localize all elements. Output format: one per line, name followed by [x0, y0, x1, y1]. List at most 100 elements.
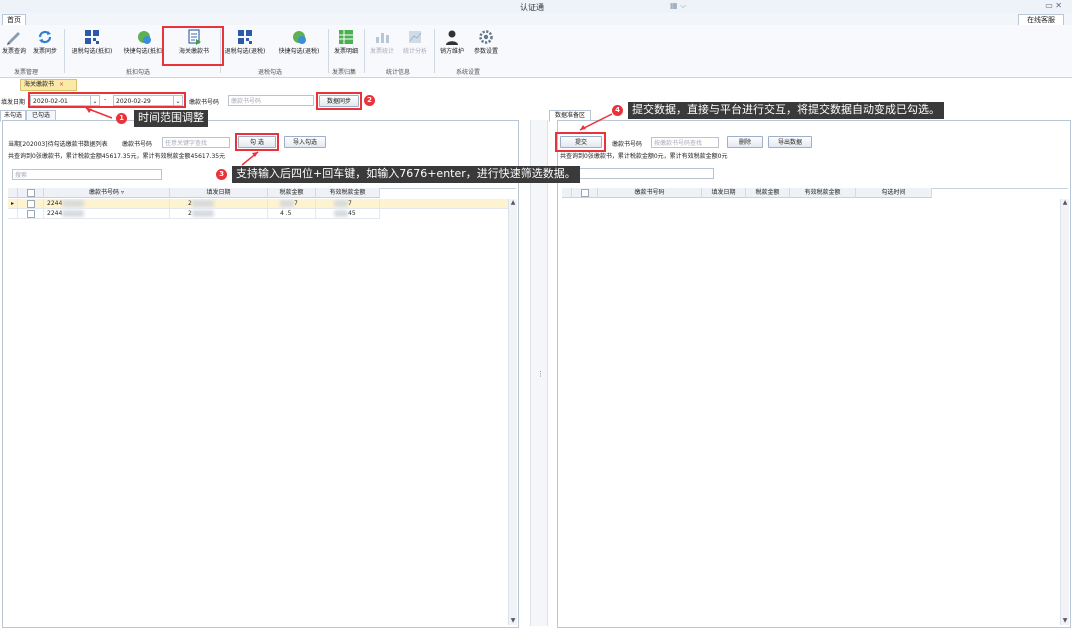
- annotation-callout: 提交数据，直接与平台进行交互，将提交数据自动变成已勾选。: [628, 102, 944, 119]
- period-info: 当期[202003]待勾选缴款书数据列表: [8, 141, 108, 148]
- col-header-select-time[interactable]: 勾选时间: [856, 188, 932, 198]
- checkbox-header[interactable]: [18, 188, 44, 198]
- spreadsheet-icon: [339, 30, 353, 44]
- seller-maintenance-button[interactable]: 销方维护: [436, 29, 468, 56]
- right-code-input[interactable]: 按缴款书号码查找: [651, 137, 719, 148]
- refund-select-button[interactable]: 退税勾选(退税): [220, 29, 270, 56]
- redacted-blur: [62, 200, 85, 207]
- table-row[interactable]: [18, 199, 44, 209]
- cell-date[interactable]: 2: [170, 199, 268, 209]
- table-row[interactable]: [18, 209, 44, 219]
- cell-valid-tax[interactable]: 7: [316, 199, 380, 209]
- cell-tax[interactable]: 7: [268, 199, 316, 209]
- scroll-up-icon[interactable]: ▲: [1061, 199, 1069, 206]
- chart-icon: [376, 33, 389, 43]
- code-label: 缴款书号码: [189, 99, 220, 106]
- annotation-number: 3: [216, 169, 227, 180]
- col-header-date[interactable]: 填发日期: [170, 188, 268, 198]
- window-controls-icon[interactable]: ▭ ✕: [1045, 1, 1062, 10]
- highlight-submit-button: [555, 132, 606, 152]
- stats-analysis-button[interactable]: 统计分析: [398, 29, 432, 56]
- col-header-code[interactable]: 缴款书号码 ▿: [44, 188, 170, 198]
- deduct-select-button[interactable]: 退税勾选(抵扣): [66, 29, 118, 56]
- redacted-blur: [280, 200, 294, 207]
- globe-icon: [138, 31, 151, 44]
- left-summary: 共查询到0张缴款书，累计税款金额45617.35元，累计有效税款金额45617.…: [8, 153, 226, 160]
- close-icon[interactable]: ×: [59, 81, 64, 88]
- quick-refund-select-button[interactable]: 快捷勾选(退税): [272, 29, 326, 56]
- cell-date[interactable]: 2: [170, 209, 268, 219]
- parameter-settings-button[interactable]: 参数设置: [470, 29, 502, 56]
- annotation-callout: 支持输入后四位+回车键，如输入7676+enter，进行快速筛选数据。: [232, 166, 580, 183]
- annotation-number: 2: [364, 95, 375, 106]
- highlight-select-button: [235, 133, 279, 151]
- redacted-blur: [191, 200, 214, 207]
- ribbon-separator: [64, 29, 65, 73]
- right-search-input[interactable]: [560, 168, 714, 179]
- select-all-checkbox[interactable]: [581, 189, 589, 197]
- group-system-settings: 系统设置: [456, 69, 481, 76]
- code-input[interactable]: 缴款书号码: [228, 95, 314, 106]
- col-header-valid-tax[interactable]: 有效税款金额: [316, 188, 380, 198]
- col-header-tax[interactable]: 税款金额: [268, 188, 316, 198]
- panel-splitter[interactable]: ⋮: [530, 120, 548, 626]
- right-scrollbar[interactable]: ▲ ▼: [1060, 199, 1069, 625]
- col-header-code[interactable]: 缴款书号码: [598, 188, 702, 198]
- col-header-tax[interactable]: 税款金额: [746, 188, 790, 198]
- row-indicator: ▸: [8, 199, 18, 209]
- annotation-number: 4: [612, 105, 623, 116]
- invoice-sync-button[interactable]: 发票同步: [30, 29, 60, 56]
- col-header-date[interactable]: 填发日期: [702, 188, 746, 198]
- col-header-valid-tax[interactable]: 有效税款金额: [790, 188, 856, 198]
- annotation-callout: 时间范围调整: [134, 110, 208, 127]
- right-summary: 共查询到0张缴款书，累计税款金额0元，累计有效税款金额0元: [560, 153, 728, 160]
- window-title: 认证通: [520, 3, 544, 12]
- doc-tab-customs[interactable]: 海关缴款书 ×: [20, 79, 77, 91]
- group-refund-select: 退税勾选: [258, 69, 283, 76]
- import-select-button[interactable]: 导入勾选: [284, 136, 326, 148]
- user-icon: [446, 30, 458, 45]
- row-filler: [380, 199, 508, 209]
- scroll-up-icon[interactable]: ▲: [509, 199, 517, 206]
- cell-tax[interactable]: 4 .5: [268, 209, 316, 219]
- left-scrollbar[interactable]: ▲ ▼: [508, 199, 517, 625]
- row-checkbox[interactable]: [27, 210, 35, 218]
- highlight-customs-button: [162, 26, 224, 66]
- delete-button[interactable]: 删除: [727, 136, 763, 148]
- left-code-input[interactable]: 任意关键字查找: [162, 137, 230, 148]
- quick-deduct-select-button[interactable]: 快捷勾选(抵扣): [120, 29, 168, 56]
- group-deduct-select: 抵扣勾选: [126, 69, 151, 76]
- redacted-blur: [334, 200, 348, 207]
- sort-icon[interactable]: ▿: [119, 189, 124, 196]
- title-bar: 认证通 ▦ ⌵ ▭ ✕: [0, 0, 1072, 14]
- scroll-down-icon[interactable]: ▼: [1061, 617, 1069, 624]
- invoice-stats-button[interactable]: 发票统计: [366, 29, 398, 56]
- select-all-checkbox[interactable]: [27, 189, 35, 197]
- splitter-grip-icon[interactable]: ⋮: [537, 370, 544, 378]
- sync-icon: [38, 30, 52, 44]
- grid-icon[interactable]: ▦ ⌵: [670, 1, 686, 11]
- checkbox-header[interactable]: [572, 188, 598, 198]
- left-code-label: 缴款书号码: [122, 141, 153, 148]
- group-invoice-management: 发票管理: [14, 69, 39, 76]
- row-checkbox[interactable]: [27, 200, 35, 208]
- highlight-sync-button: [316, 92, 362, 110]
- right-code-label: 缴款书号码: [612, 141, 643, 148]
- left-search-input[interactable]: 搜索: [12, 169, 162, 180]
- annotation-number: 1: [116, 113, 127, 124]
- export-data-button[interactable]: 导出数据: [768, 136, 812, 148]
- row-indicator: [8, 209, 18, 219]
- globe-icon: [293, 31, 306, 44]
- cell-code[interactable]: 2244: [44, 209, 170, 219]
- pen-icon: [7, 32, 20, 45]
- invoice-query-button[interactable]: 发票查询: [0, 29, 28, 56]
- ribbon-separator: [434, 29, 435, 73]
- qrcode-icon: [238, 30, 252, 44]
- invoice-detail-button[interactable]: 发票明细: [330, 29, 362, 56]
- scroll-down-icon[interactable]: ▼: [509, 617, 517, 624]
- ribbon-separator: [364, 29, 365, 73]
- cell-valid-tax[interactable]: 45: [316, 209, 380, 219]
- redacted-blur: [334, 210, 348, 217]
- cell-code[interactable]: 2244: [44, 199, 170, 209]
- highlight-date-range: [28, 92, 186, 108]
